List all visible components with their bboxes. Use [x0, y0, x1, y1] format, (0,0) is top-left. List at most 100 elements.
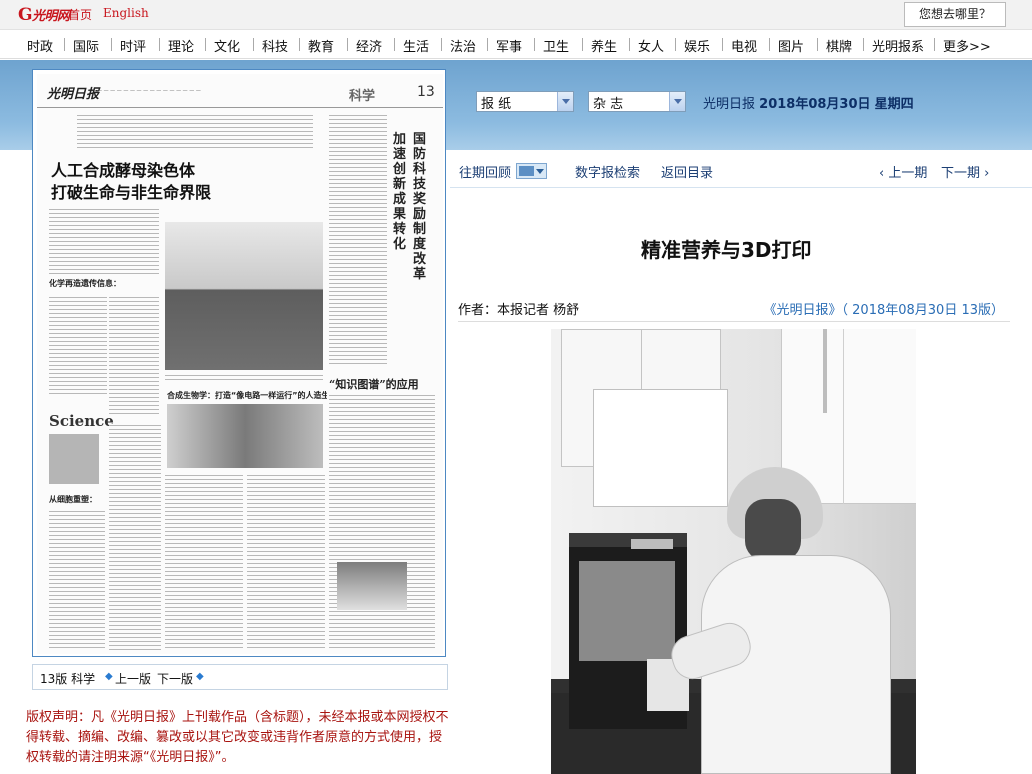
- nav-divider: [205, 38, 206, 51]
- nav-item[interactable]: 光明报系: [872, 36, 924, 55]
- nav-divider: [534, 38, 535, 51]
- nav-item[interactable]: 国际: [73, 36, 99, 55]
- nav-divider: [487, 38, 488, 51]
- lead-text: [49, 208, 159, 274]
- nav-item[interactable]: 棋牌: [826, 36, 852, 55]
- knowledge-photo: [337, 562, 407, 610]
- science-cover: Science: [49, 412, 114, 430]
- photo-caption: [165, 374, 323, 380]
- nav-item[interactable]: 教育: [308, 36, 334, 55]
- nav-item[interactable]: 文化: [214, 36, 240, 55]
- nav-item[interactable]: 娱乐: [684, 36, 710, 55]
- side-article-text: [329, 114, 387, 364]
- back-to-index-link[interactable]: 返回目录: [661, 162, 713, 181]
- masthead-logo: 光明日报: [47, 87, 100, 102]
- nav-divider: [394, 38, 395, 51]
- nav-item[interactable]: 科技: [262, 36, 288, 55]
- article-source: 《光明日报》（ 2018年08月30日 13版）: [763, 303, 1004, 318]
- nav-divider: [934, 38, 935, 51]
- research-team-photo: [165, 222, 323, 370]
- prev-arrow-icon: ◆: [105, 671, 113, 682]
- home-link[interactable]: 首页: [68, 6, 92, 23]
- prev-page-link[interactable]: 上一版: [115, 670, 151, 687]
- next-arrow-icon: ◆: [196, 671, 204, 682]
- column-text-4: [109, 424, 161, 650]
- nav-divider: [675, 38, 676, 51]
- page-masthead: 光明日报 — — — — — — — — — — — — — — — — 科学 …: [37, 74, 443, 108]
- dateline-weekday: 星期四: [874, 97, 914, 112]
- chevron-down-icon[interactable]: [669, 92, 685, 111]
- knowledge-headline: “知识图谱”的应用: [329, 378, 419, 391]
- nav-divider: [441, 38, 442, 51]
- copyright-notice: 版权声明：凡《光明日报》上刊载作品（含标题），未经本报或本网授权不得转载、摘编、…: [26, 710, 449, 765]
- current-page-label: 13版 科学: [40, 672, 96, 686]
- magazine-select-value: 杂 志: [593, 97, 624, 112]
- nav-divider: [253, 38, 254, 51]
- page-section-label: 科学: [349, 89, 376, 104]
- nav-item[interactable]: 军事: [496, 36, 522, 55]
- newspaper-page-image[interactable]: 光明日报 — — — — — — — — — — — — — — — — 科学 …: [37, 74, 443, 654]
- main-headline: 人工合成酵母染色体 打破生命与非生命界限: [51, 161, 212, 202]
- where-to-go-button[interactable]: 您想去哪里？: [904, 2, 1006, 27]
- nav-divider: [817, 38, 818, 51]
- prev-issue-link[interactable]: ‹ 上一期: [879, 162, 927, 181]
- intro-text: [77, 114, 313, 148]
- nav-divider: [299, 38, 300, 51]
- nav-item[interactable]: 电视: [731, 36, 757, 55]
- nav-item[interactable]: 女人: [638, 36, 664, 55]
- side-headline-a: 国防科技奖励制度改革: [413, 132, 427, 282]
- byline-row: 作者：本报记者 杨舒 《光明日报》（ 2018年08月30日 13版）: [458, 296, 1010, 322]
- subhead-3: 从细胞重塑：: [49, 495, 97, 504]
- lab-photo: [167, 404, 323, 468]
- magazine-select[interactable]: 杂 志: [588, 91, 686, 112]
- nav-divider: [64, 38, 65, 51]
- newspaper-select[interactable]: 报 纸: [476, 91, 574, 112]
- article-photo: [551, 329, 916, 774]
- subhead-2: 合成生物学：打造“像电路一样运行”的人造生物系统: [167, 391, 327, 400]
- newspaper-select-value: 报 纸: [481, 97, 512, 112]
- side-headline-b: 加速创新成果转化: [393, 132, 407, 252]
- column-text-2: [109, 296, 159, 416]
- next-page-link[interactable]: 下一版: [157, 670, 193, 687]
- page-pager: 13版 科学 ◆ 上一版 下一版 ◆: [32, 664, 448, 690]
- digital-search-link[interactable]: 数字报检索: [575, 162, 640, 181]
- nav-divider: [159, 38, 160, 51]
- english-link[interactable]: English: [103, 6, 149, 20]
- nav-divider: [863, 38, 864, 51]
- nav-item[interactable]: 经济: [356, 36, 382, 55]
- article-author: 作者：本报记者 杨舒: [458, 303, 580, 318]
- next-issue-link[interactable]: 下一期 ›: [941, 162, 989, 181]
- issue-dateline: 光明日报 2018年08月30日 星期四: [703, 93, 914, 112]
- masthead-meta: — — — — — — — — — — — — — — — —: [97, 88, 201, 94]
- subhead-1: 化学再造遗传信息：: [49, 279, 121, 288]
- top-bar: G光明网 首页 English 您想去哪里？: [0, 0, 1032, 30]
- channel-nav: 时政 国际 时评 理论 文化 科技 教育 经济 生活 法治 军事 卫生 养生 女人 娱乐 电视 图片 棋牌 光明报系…: [0, 30, 1032, 59]
- nav-divider: [629, 38, 630, 51]
- article-title: 精准营养与3D打印: [641, 238, 812, 262]
- calendar-icon[interactable]: [516, 163, 547, 179]
- past-issues-link[interactable]: 往期回顾: [459, 162, 511, 181]
- nav-divider: [347, 38, 348, 51]
- newspaper-page-frame: 光明日报 — — — — — — — — — — — — — — — — 科学 …: [32, 69, 446, 657]
- nav-item[interactable]: 法治: [450, 36, 476, 55]
- nav-item[interactable]: 养生: [591, 36, 617, 55]
- science-cover-image: [49, 434, 99, 484]
- nav-item[interactable]: 图片: [778, 36, 804, 55]
- nav-item[interactable]: 更多>>: [943, 36, 991, 55]
- dateline-date: 2018年08月30日: [759, 97, 871, 112]
- nav-item[interactable]: 时评: [120, 36, 146, 55]
- column-text-3: [49, 510, 105, 650]
- nav-item[interactable]: 理论: [168, 36, 194, 55]
- column-text-1: [49, 296, 107, 396]
- column-text-5: [165, 474, 243, 650]
- nav-item[interactable]: 卫生: [543, 36, 569, 55]
- site-logo[interactable]: G光明网: [18, 5, 70, 25]
- nav-item[interactable]: 生活: [403, 36, 429, 55]
- chevron-down-icon[interactable]: [557, 92, 573, 111]
- nav-divider: [582, 38, 583, 51]
- nav-divider: [769, 38, 770, 51]
- nav-divider: [111, 38, 112, 51]
- nav-item[interactable]: 时政: [27, 36, 53, 55]
- column-text-6: [247, 474, 325, 650]
- dateline-paper: 光明日报: [703, 97, 756, 112]
